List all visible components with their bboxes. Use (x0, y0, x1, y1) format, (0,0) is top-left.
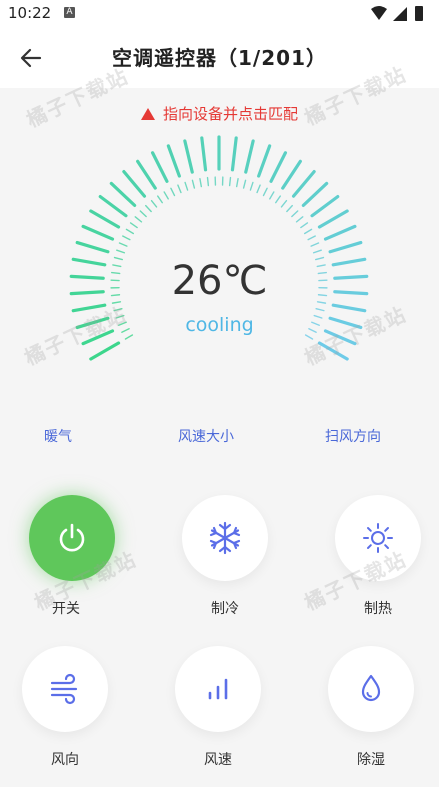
mode-display: cooling (185, 314, 254, 336)
gauge-minor-tick (199, 177, 203, 188)
gauge-tick (323, 224, 357, 241)
gauge-tick (166, 144, 181, 178)
wind-direction-label: 风向 (51, 752, 79, 768)
signal-icon (393, 7, 407, 21)
gauge-tick (291, 170, 316, 198)
gauge-minor-tick (307, 235, 316, 241)
warning-triangle-icon (140, 108, 155, 120)
gauge-tick (230, 136, 238, 172)
status-icons (371, 6, 423, 21)
page-title: 空调遥控器（1/201） (112, 46, 327, 70)
gauge-minor-tick (310, 242, 320, 247)
gauge-tick (257, 144, 272, 178)
wind-icon (50, 673, 78, 705)
gauge-minor-tick (206, 176, 210, 187)
power-label: 开关 (52, 601, 80, 617)
gauge-minor-tick (139, 210, 147, 218)
gauge-tick (244, 139, 255, 174)
gauge-minor-tick (170, 187, 176, 197)
gauge-tick (89, 209, 121, 229)
status-bar: 10:22 A (0, 0, 439, 28)
gauge-minor-tick (157, 195, 163, 204)
gauge-minor-tick (312, 249, 322, 254)
fan-size-label[interactable]: 风速大小 (178, 426, 234, 446)
gauge-tick (310, 195, 340, 218)
gauge-minor-tick (113, 308, 123, 312)
fan-speed-label: 风速 (204, 752, 232, 768)
gauge-tick (183, 139, 194, 174)
gauge-tick (331, 303, 367, 313)
fan-speed-button[interactable] (175, 646, 261, 732)
gauge-minor-tick (291, 210, 299, 218)
header-bar: 空调遥控器（1/201） (0, 28, 439, 88)
gauge-minor-tick (242, 179, 247, 189)
gauge-minor-tick (163, 191, 169, 200)
gauge-minor-tick (275, 195, 281, 204)
gauge-tick (136, 159, 157, 190)
gauge-minor-tick (256, 184, 261, 194)
gauge-minor-tick (262, 187, 268, 197)
gauge-minor-tick (184, 181, 189, 191)
gauge-minor-tick (300, 222, 309, 229)
gauge-tick (75, 240, 110, 254)
gauge-minor-tick (177, 184, 182, 194)
gauge-tick (122, 170, 147, 198)
gauge-tick (301, 181, 329, 207)
gauge-minor-tick (134, 216, 143, 223)
gauge-minor-tick (191, 179, 196, 189)
gauge-minor-tick (145, 204, 152, 213)
gauge-tick (200, 136, 208, 172)
gauge-minor-tick (286, 204, 293, 213)
gauge-tick (317, 209, 349, 229)
battery-icon (415, 6, 423, 21)
gauge-minor-tick (129, 222, 138, 229)
gauge-tick (328, 240, 363, 254)
snowflake-icon (209, 521, 241, 555)
status-time: 10:22 (8, 4, 52, 22)
bars-icon (208, 678, 228, 700)
heat-button[interactable] (335, 495, 421, 581)
gauge-minor-tick (118, 242, 128, 247)
gauge-minor-tick (315, 308, 325, 312)
dehumidify-label: 除湿 (357, 752, 385, 768)
swing-label[interactable]: 扫风方向 (325, 426, 381, 446)
gauge-minor-tick (228, 176, 232, 187)
power-icon (59, 523, 85, 552)
gauge-minor-tick (125, 228, 134, 235)
dehumidify-button[interactable] (328, 646, 414, 732)
wind-direction-button[interactable] (22, 646, 108, 732)
gauge-minor-tick (122, 235, 131, 241)
cool-label: 制冷 (211, 601, 239, 617)
gauge-tick (281, 159, 302, 190)
gauge-tick (71, 303, 107, 313)
gauge-minor-tick (280, 199, 288, 208)
heat-mode-label: 制热 (364, 601, 392, 617)
power-button[interactable] (29, 495, 115, 581)
drop-icon (361, 674, 381, 702)
heat-label[interactable]: 暖气 (44, 426, 72, 446)
gauge-tick (98, 195, 128, 218)
gauge-minor-tick (150, 199, 158, 208)
gauge-tick (81, 224, 115, 241)
gauge-minor-tick (116, 249, 126, 254)
gauge-minor-tick (269, 191, 275, 200)
gauge-minor-tick (249, 181, 254, 191)
gauge-tick (109, 181, 137, 207)
wifi-icon (371, 6, 387, 20)
gauge-tick (317, 341, 349, 361)
gauge-tick (269, 151, 288, 183)
gauge-tick (89, 341, 121, 361)
gauge-tick (150, 151, 169, 183)
gauge-minor-tick (235, 177, 239, 188)
notification-icon: A (64, 7, 75, 18)
cool-button[interactable] (182, 495, 268, 581)
gauge-minor-tick (304, 228, 313, 235)
sun-icon (363, 523, 393, 553)
temperature-display: 26℃ (171, 258, 268, 304)
gauge-minor-tick (295, 216, 304, 223)
